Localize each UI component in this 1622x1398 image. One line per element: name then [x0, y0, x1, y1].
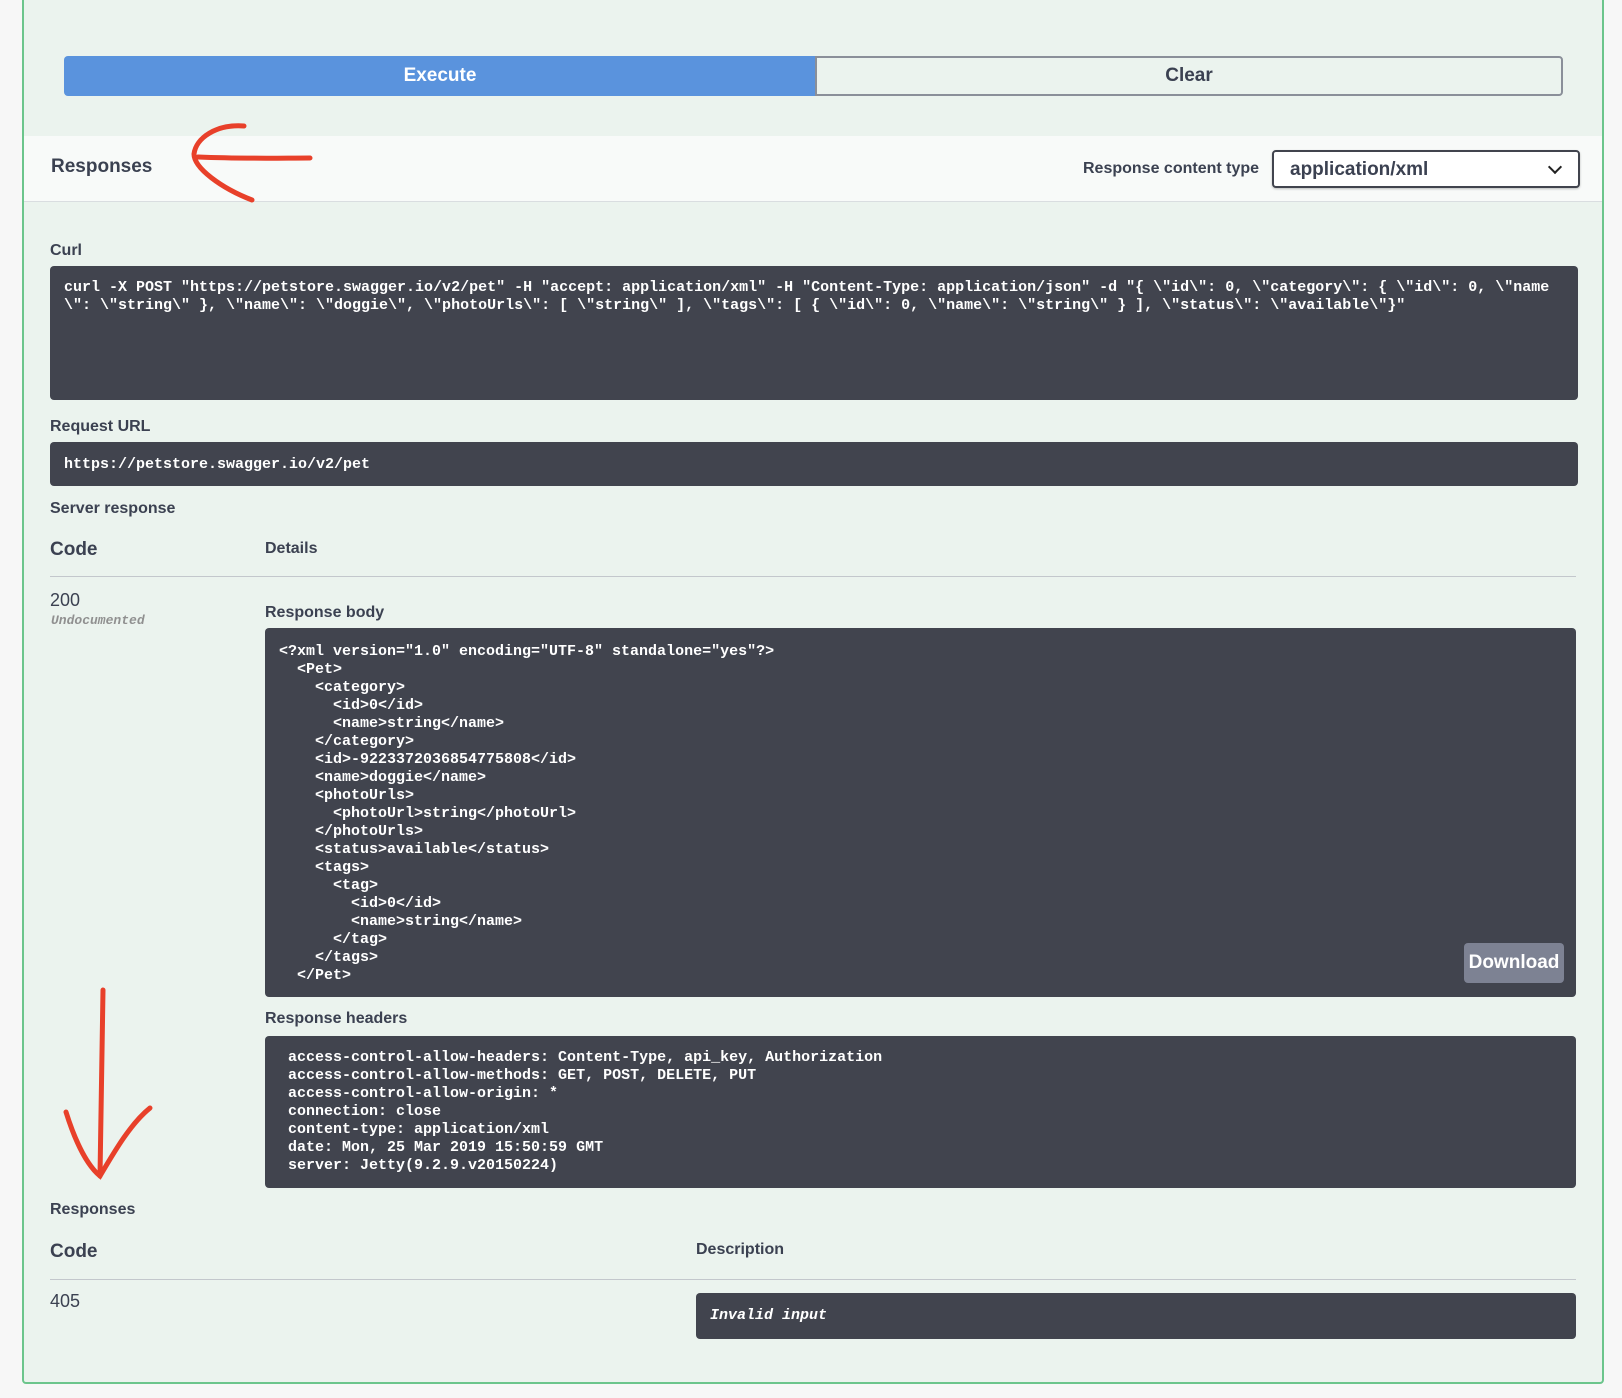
responses-code-header: Code: [50, 1241, 98, 1262]
request-url-value[interactable]: https://petstore.swagger.io/v2/pet: [50, 442, 1578, 486]
undocumented-note: Undocumented: [51, 613, 145, 628]
response-headers-label: Response headers: [265, 1010, 408, 1027]
response-content-type-value: application/xml: [1290, 159, 1429, 180]
response-body[interactable]: <?xml version="1.0" encoding="UTF-8" sta…: [265, 628, 1576, 997]
responses-description-header: Description: [696, 1241, 785, 1258]
request-url-label: Request URL: [50, 418, 151, 435]
table-divider: [50, 576, 1576, 577]
response-body-label: Response body: [265, 604, 385, 621]
responses-status-code: 405: [50, 1291, 81, 1311]
execute-button[interactable]: Execute: [64, 56, 816, 96]
arrow-left-annotation: [191, 123, 313, 203]
response-status-code: 200: [50, 590, 81, 610]
responses-description: Invalid input: [696, 1293, 1576, 1339]
responses-title: Responses: [51, 156, 153, 177]
response-content-type-label: Response content type: [1083, 160, 1260, 177]
response-headers[interactable]: access-control-allow-headers: Content-Ty…: [265, 1036, 1576, 1188]
server-response-label: Server response: [50, 500, 176, 517]
chevron-down-icon: [1547, 159, 1563, 175]
response-content-type-select[interactable]: application/xml: [1272, 150, 1580, 188]
download-button[interactable]: Download: [1464, 943, 1564, 983]
curl-label: Curl: [50, 242, 82, 259]
code-column-header: Code: [50, 539, 98, 560]
responses-label: Responses: [50, 1201, 136, 1218]
clear-button[interactable]: Clear: [815, 56, 1563, 96]
details-column-header: Details: [265, 540, 318, 557]
responses-divider: [50, 1279, 1576, 1280]
curl-command[interactable]: curl -X POST "https://petstore.swagger.i…: [50, 266, 1578, 400]
arrow-down-annotation: [63, 987, 153, 1180]
